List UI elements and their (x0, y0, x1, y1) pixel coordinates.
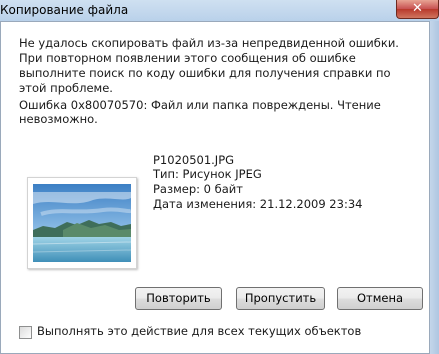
error-code-line: Ошибка 0x80070570: Файл или папка повреж… (19, 98, 381, 126)
apply-to-all-label[interactable]: Выполнять это действие для всех текущих … (37, 324, 361, 338)
close-icon: ✕ (412, 1, 423, 16)
file-type: Тип: Рисунок JPEG (153, 167, 262, 181)
cancel-button[interactable]: Отмена (337, 287, 423, 310)
landscape-thumbnail-icon (33, 184, 131, 262)
file-size: Размер: 0 байт (153, 182, 243, 196)
window-frame-right (430, 21, 439, 354)
close-button[interactable]: ✕ (396, 0, 439, 19)
file-modified-date: Дата изменения: 21.12.2009 23:34 (153, 197, 363, 211)
error-message: Не удалось скопировать файл из-за непред… (19, 36, 399, 95)
skip-button[interactable]: Пропустить (236, 287, 325, 310)
retry-button[interactable]: Повторить (135, 287, 222, 310)
file-thumbnail (27, 177, 137, 269)
apply-to-all-checkbox[interactable] (19, 326, 32, 339)
file-name: P1020501.JPG (153, 153, 235, 167)
window-title: Копирование файла (0, 3, 129, 17)
title-bar: Копирование файла ✕ (0, 0, 439, 21)
